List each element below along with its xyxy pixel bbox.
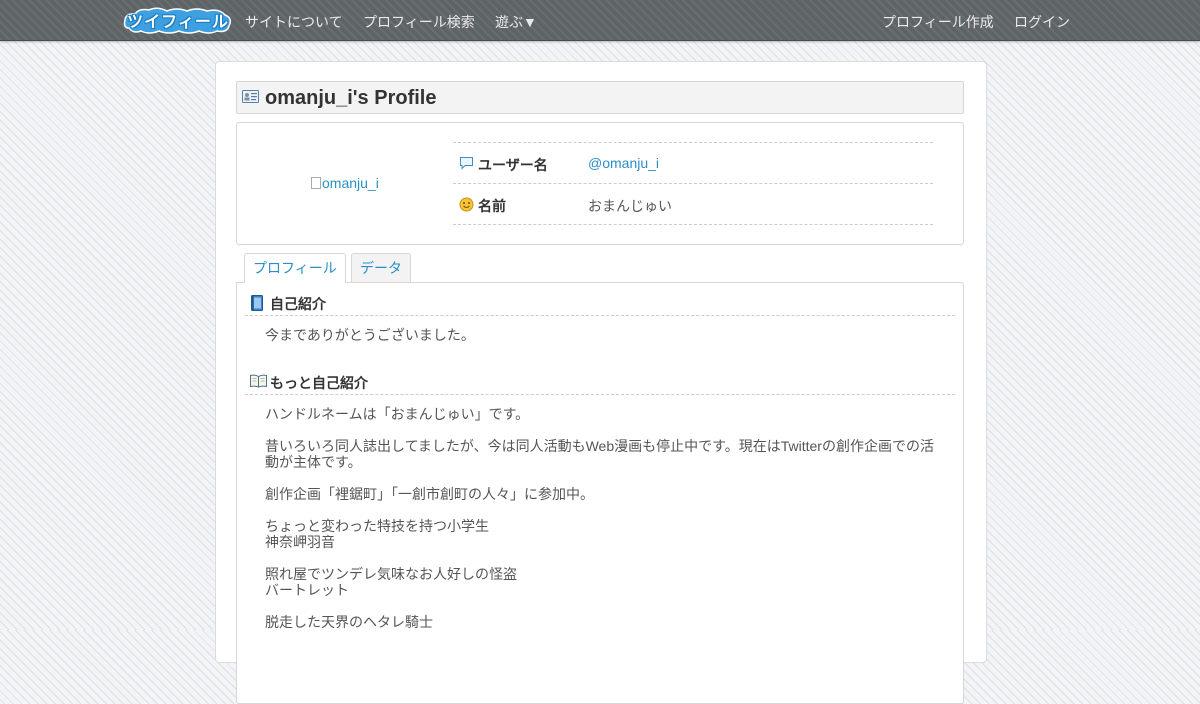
id-card-icon — [242, 90, 259, 108]
broken-image-icon — [311, 177, 321, 189]
more-intro-paragraph: 昔いろいろ同人誌出してましたが、今は同人活動もWeb漫画も停止中です。現在はTw… — [265, 438, 934, 470]
notebook-icon — [250, 295, 264, 316]
site-logo[interactable]: ツイフィール — [123, 6, 233, 34]
avatar[interactable]: omanju_i — [311, 175, 379, 191]
speech-bubble-icon — [459, 156, 474, 175]
nav-play-menu[interactable]: 遊ぶ▼ — [495, 12, 537, 32]
intro-section-body: 今までありがとうございました。 — [265, 327, 945, 359]
more-intro-section-header: もっと自己紹介 — [245, 372, 955, 395]
more-intro-section-body: ハンドルネームは「おまんじゅい」です。 昔いろいろ同人誌出してましたが、今は同人… — [265, 406, 945, 646]
name-row: 名前 おまんじゅい — [453, 184, 933, 225]
intro-section-header: 自己紹介 — [245, 293, 955, 316]
username-row: ユーザー名 @omanju_i — [453, 143, 933, 184]
logo-text: ツイフィール — [127, 14, 229, 31]
tab-profile[interactable]: プロフィール — [244, 253, 346, 283]
name-label: 名前 — [478, 198, 506, 214]
profile-info-table: ユーザー名 @omanju_i 名前 おまんじゅい — [453, 142, 933, 225]
tab-data[interactable]: データ — [351, 253, 411, 282]
more-intro-paragraph: ちょっと変わった特技を持つ小学生 神奈岬羽音 — [265, 518, 489, 550]
profile-title-box: omanju_i's Profile — [236, 81, 964, 114]
smiley-icon — [459, 197, 474, 217]
profile-info-box: omanju_i ユーザー名 @omanju_i 名前 おまんじゅい — [236, 122, 964, 245]
nav-search-link[interactable]: プロフィール検索 — [363, 12, 475, 32]
open-book-icon — [250, 374, 267, 393]
more-intro-paragraph: 脱走した天界のヘタレ騎士 — [265, 614, 433, 630]
avatar-alt-text: omanju_i — [322, 175, 379, 191]
profile-content-box: 自己紹介 今までありがとうございました。 もっと自己紹介 ハンドルネームは「おま… — [236, 282, 964, 704]
nav-create-profile-link[interactable]: プロフィール作成 — [882, 12, 994, 32]
name-value: おまんじゅい — [588, 198, 672, 214]
more-intro-paragraph: 照れ屋でツンデレ気味なお人好しの怪盗 バートレット — [265, 566, 517, 598]
nav-about-link[interactable]: サイトについて — [245, 12, 343, 32]
more-intro-paragraph: ハンドルネームは「おまんじゅい」です。 — [265, 406, 530, 422]
more-intro-section-title: もっと自己紹介 — [270, 375, 368, 391]
nav-login-link[interactable]: ログイン — [1014, 12, 1070, 32]
username-label: ユーザー名 — [478, 157, 548, 173]
page-title: omanju_i's Profile — [265, 87, 437, 109]
intro-section-title: 自己紹介 — [270, 296, 326, 312]
username-link[interactable]: @omanju_i — [588, 155, 659, 171]
profile-panel: omanju_i's Profile omanju_i ユーザー名 @omanj… — [215, 61, 987, 704]
more-intro-paragraph: 創作企画「裡鋸町」「一創市創町の人々」に参加中。 — [265, 486, 594, 502]
intro-text: 今までありがとうございました。 — [265, 327, 475, 343]
top-nav-bar: ツイフィール サイトについて プロフィール検索 遊ぶ▼ プロフィール作成 ログイ… — [0, 0, 1200, 41]
